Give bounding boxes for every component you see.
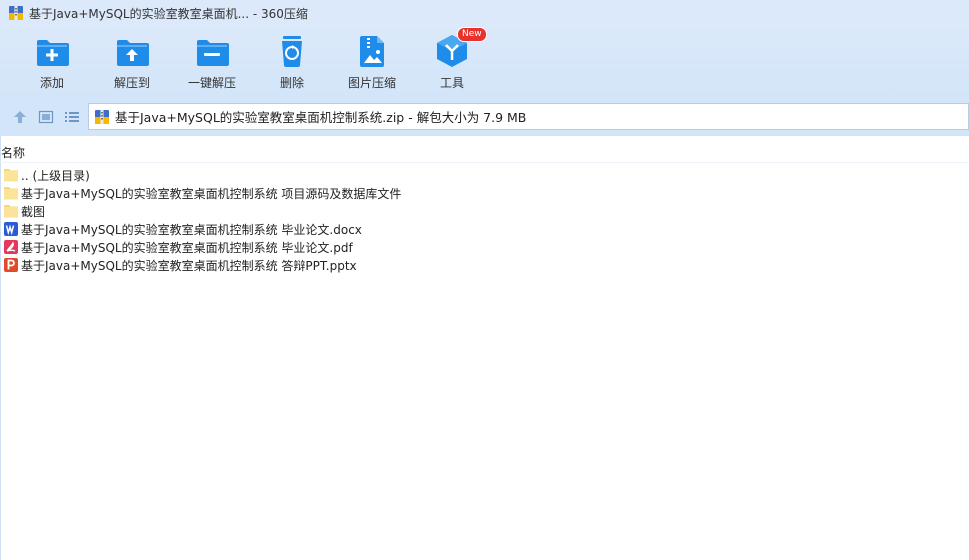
one-click-extract-label: 一键解压 — [187, 76, 236, 90]
extract-to-icon — [117, 40, 149, 66]
list-item[interactable]: 基于Java+MySQL的实验室教室桌面机控制系统 答辩PPT.pptx — [0, 256, 969, 274]
up-arrow-icon[interactable] — [12, 109, 28, 125]
one-click-extract-button[interactable]: 一键解压 — [172, 34, 252, 94]
column-header: 名称 — [0, 142, 969, 163]
file-name: 基于Java+MySQL的实验室教室桌面机控制系统 项目源码及数据库文件 — [21, 186, 402, 201]
list-item[interactable]: .. (上级目录) — [0, 166, 969, 184]
powerpoint-document-icon — [4, 258, 18, 272]
address-field[interactable]: 基于Java+MySQL的实验室教室桌面机控制系统.zip - 解包大小为 7.… — [88, 103, 969, 130]
title-bar: 基于Java+MySQL的实验室教室桌面机... - 360压缩 — [0, 0, 969, 26]
toolbar: 添加 解压到 一键解压 删除 图片压缩 New 工具 — [0, 26, 969, 98]
file-name: 基于Java+MySQL的实验室教室桌面机控制系统 毕业论文.pdf — [21, 240, 353, 255]
word-document-icon — [4, 222, 18, 236]
file-list: .. (上级目录) 基于Java+MySQL的实验室教室桌面机控制系统 项目源码… — [0, 166, 969, 274]
tools-button[interactable]: New 工具 — [412, 27, 492, 94]
list-item[interactable]: 基于Java+MySQL的实验室教室桌面机控制系统 毕业论文.pdf — [0, 238, 969, 256]
file-name: 基于Java+MySQL的实验室教室桌面机控制系统 答辩PPT.pptx — [21, 258, 357, 273]
file-name: 基于Java+MySQL的实验室教室桌面机控制系统 毕业论文.docx — [21, 222, 362, 237]
add-folder-icon — [37, 40, 69, 66]
delete-button[interactable]: 删除 — [252, 34, 332, 94]
zip-archive-icon — [95, 109, 109, 124]
folder-icon — [4, 169, 18, 182]
image-compress-label: 图片压缩 — [347, 76, 396, 90]
list-item[interactable]: 截图 — [0, 202, 969, 220]
pdf-document-icon — [4, 240, 18, 254]
one-click-extract-icon — [197, 40, 229, 66]
image-compress-icon — [360, 36, 384, 67]
app-window: 基于Java+MySQL的实验室教室桌面机... - 360压缩 添加 解压到 — [0, 0, 969, 560]
archive-path: 基于Java+MySQL的实验室教室桌面机控制系统.zip - 解包大小为 7.… — [115, 110, 527, 125]
tools-icon-wrap: New — [434, 27, 487, 68]
extract-to-label: 解压到 — [113, 76, 150, 90]
tools-label: 工具 — [439, 76, 464, 90]
extract-to-button[interactable]: 解压到 — [92, 34, 172, 94]
zip-archive-icon — [9, 6, 23, 20]
new-badge: New — [457, 27, 487, 42]
folder-icon — [4, 187, 18, 200]
list-view-icon[interactable] — [64, 109, 80, 125]
delete-label: 删除 — [279, 76, 304, 90]
thumbnail-view-icon[interactable] — [38, 109, 54, 125]
list-item[interactable]: 基于Java+MySQL的实验室教室桌面机控制系统 项目源码及数据库文件 — [0, 184, 969, 202]
window-title: 基于Java+MySQL的实验室教室桌面机... - 360压缩 — [29, 6, 308, 21]
folder-icon — [4, 205, 18, 218]
image-compress-button[interactable]: 图片压缩 — [332, 34, 412, 94]
add-label: 添加 — [39, 76, 64, 90]
list-item[interactable]: 基于Java+MySQL的实验室教室桌面机控制系统 毕业论文.docx — [0, 220, 969, 238]
address-bar-row: 基于Java+MySQL的实验室教室桌面机控制系统.zip - 解包大小为 7.… — [0, 98, 969, 136]
file-name: .. (上级目录) — [21, 168, 90, 183]
file-name: 截图 — [21, 204, 46, 219]
recycle-delete-icon — [282, 36, 302, 67]
add-button[interactable]: 添加 — [12, 34, 92, 94]
column-name-header[interactable]: 名称 — [1, 144, 25, 161]
